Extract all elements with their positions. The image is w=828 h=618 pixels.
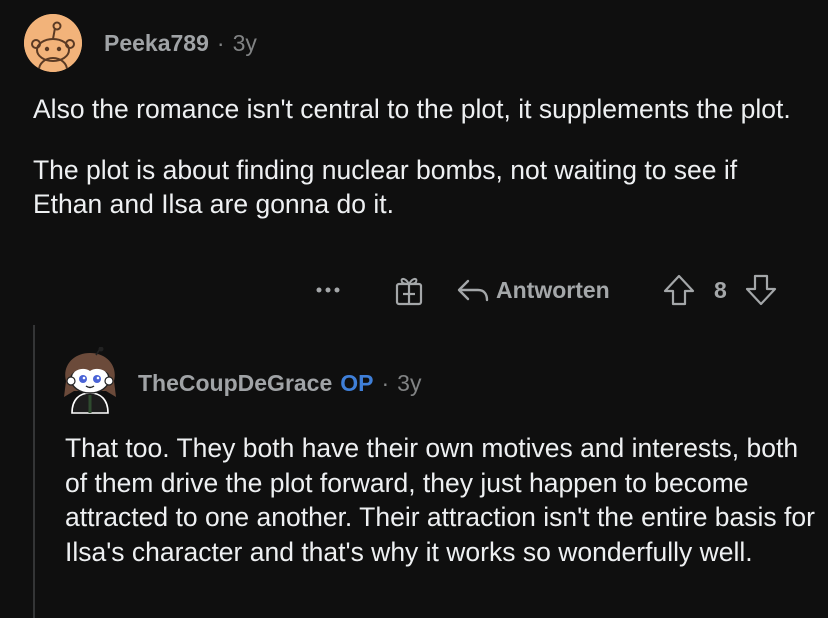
reply-author[interactable]: TheCoupDeGrace [138,370,332,396]
custom-snoo-avatar-icon [64,346,116,414]
downvote-arrow-icon [745,274,777,306]
reply-age: 3y [397,370,422,396]
meta-separator: · [381,370,390,396]
comment-actions: Antworten 8 [300,270,800,310]
vote-score: 8 [714,270,727,310]
comment-paragraph: Also the romance isn't central to the pl… [33,94,791,124]
reply-button[interactable]: Antworten [456,270,610,310]
reply-paragraph: That too. They both have their own motiv… [65,433,815,567]
comment-meta: Peeka789 · 3y [104,30,257,57]
more-options-icon [316,287,340,293]
more-options-button[interactable] [314,270,344,310]
reply-label: Antworten [496,276,610,303]
op-badge: OP [340,370,374,396]
comment-body: Also the romance isn't central to the pl… [33,92,803,248]
gift-award-icon [395,277,423,306]
downvote-button[interactable] [744,270,778,310]
award-button[interactable] [392,270,426,310]
reply-meta: TheCoupDeGrace OP · 3y [138,370,421,397]
upvote-arrow-icon [663,274,695,306]
score-value: 8 [714,276,727,303]
user-avatar[interactable] [24,14,82,72]
comment-age: 3y [232,30,257,56]
user-avatar[interactable] [56,346,124,415]
reply-arrow-icon [457,279,489,302]
meta-separator: · [216,30,225,56]
upvote-button[interactable] [662,270,696,310]
comment-paragraph: The plot is about finding nuclear bombs,… [33,155,738,219]
reply-body: That too. They both have their own motiv… [65,431,815,569]
comment-author[interactable]: Peeka789 [104,30,209,56]
thread-line[interactable] [33,325,35,618]
snoo-avatar-icon [24,14,82,72]
